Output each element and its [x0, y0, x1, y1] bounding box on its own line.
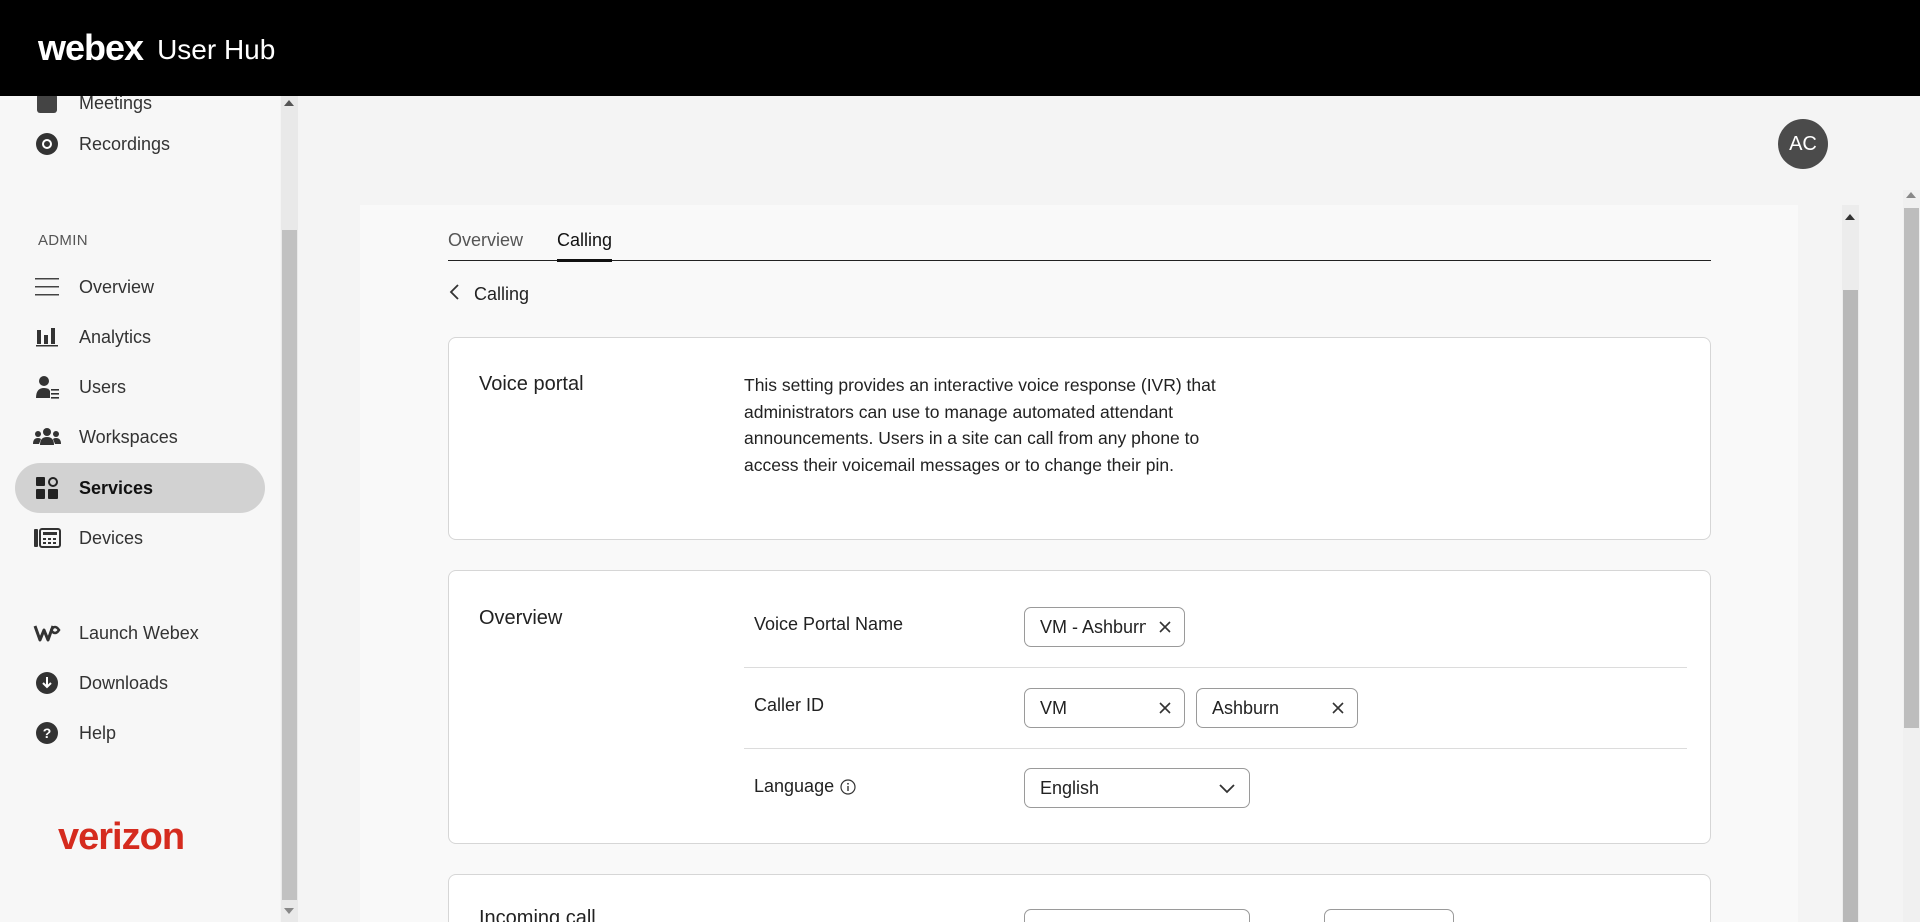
sidebar-item-launch-webex[interactable]: Launch Webex [15, 608, 265, 658]
chevron-left-icon [448, 282, 462, 307]
bar-chart-icon [33, 323, 61, 351]
sidebar-item-help[interactable]: ? Help [15, 708, 265, 758]
scroll-up-arrow-icon[interactable] [284, 100, 294, 106]
workspaces-icon [33, 423, 61, 451]
clear-icon[interactable] [1319, 701, 1357, 715]
sidebar-item-label: Users [79, 376, 127, 397]
language-label: Language [754, 776, 856, 797]
tab-calling[interactable]: Calling [557, 230, 613, 262]
overview-card: Overview Voice Portal Name VM - Ashburn … [448, 570, 1711, 844]
voice-portal-name-label: Voice Portal Name [754, 614, 904, 634]
sidebar-item-workspaces[interactable]: Workspaces [15, 412, 265, 462]
scroll-up-arrow-icon[interactable] [1906, 192, 1916, 198]
scroll-up-arrow-icon[interactable] [1845, 214, 1855, 220]
chevron-down-icon [1205, 782, 1249, 794]
sidebar: Meetings Recordings ADMIN Overview Analy… [0, 96, 280, 922]
language-label-text: Language [754, 776, 835, 796]
sidebar-item-overview[interactable]: Overview [15, 262, 265, 312]
verizon-logo: verizon [58, 816, 185, 858]
sidebar-item-label: Overview [79, 276, 155, 297]
caller-id-label: Caller ID [754, 695, 825, 715]
devices-icon [33, 524, 61, 552]
user-avatar[interactable]: AC [1778, 119, 1828, 169]
sidebar-item-label: Devices [79, 527, 144, 548]
window-scrollbar-thumb[interactable] [1904, 208, 1919, 728]
tab-overview[interactable]: Overview [448, 230, 523, 259]
users-icon [33, 373, 61, 401]
webex-brand-logo[interactable]: webex [38, 27, 144, 69]
incoming-call-field[interactable] [1024, 909, 1250, 922]
recordings-icon [33, 130, 61, 158]
field-value: VM [1040, 697, 1067, 718]
sidebar-item-devices[interactable]: Devices [15, 513, 265, 563]
divider [744, 748, 1687, 749]
content-scrollbar-thumb[interactable] [1843, 290, 1858, 922]
download-icon [33, 669, 61, 697]
sidebar-item-label: Analytics [79, 326, 152, 347]
admin-section-label: ADMIN [38, 232, 88, 249]
section-title: Overview [479, 607, 563, 629]
incoming-call-card: Incoming call [448, 874, 1711, 922]
back-link-label: Calling [474, 284, 530, 304]
sidebar-item-label: Help [79, 722, 117, 743]
webex-logo-icon [33, 619, 61, 647]
voice-portal-name-field[interactable]: VM - Ashburn [1024, 607, 1185, 647]
section-title: Incoming call [479, 907, 596, 922]
services-icon [33, 474, 61, 502]
sidebar-item-recordings[interactable]: Recordings [15, 119, 265, 169]
voice-portal-card: Voice portal This setting provides an in… [448, 337, 1711, 540]
caller-id-last-field[interactable]: Ashburn [1196, 688, 1358, 728]
language-select[interactable]: English [1024, 768, 1250, 808]
clear-icon[interactable] [1146, 620, 1184, 634]
sidebar-item-downloads[interactable]: Downloads [15, 658, 265, 708]
field-value: VM - Ashburn [1040, 616, 1146, 637]
menu-lines-icon [33, 273, 61, 301]
field-value: Ashburn [1212, 697, 1280, 718]
help-icon: ? [33, 719, 61, 747]
svg-text:?: ? [43, 725, 52, 741]
incoming-call-field-2[interactable] [1324, 909, 1454, 922]
sidebar-item-label: Recordings [79, 133, 171, 154]
top-bar: webex User Hub [0, 0, 1920, 96]
scroll-down-arrow-icon[interactable] [284, 908, 294, 914]
sidebar-item-analytics[interactable]: Analytics [15, 312, 265, 362]
divider [744, 667, 1687, 668]
section-description: This setting provides an interactive voi… [744, 375, 1216, 475]
sidebar-item-label: Downloads [79, 672, 169, 693]
info-icon[interactable] [840, 778, 856, 795]
sidebar-item-label: Workspaces [79, 426, 178, 447]
sidebar-item-label: Meetings [79, 96, 153, 113]
sidebar-item-label: Services [79, 477, 154, 498]
back-link[interactable]: Calling [448, 282, 529, 307]
section-title: Voice portal [479, 373, 584, 395]
sidebar-scrollbar-thumb[interactable] [282, 230, 297, 900]
sidebar-item-users[interactable]: Users [15, 362, 265, 412]
clear-icon[interactable] [1146, 701, 1184, 715]
sidebar-item-services[interactable]: Services [15, 463, 265, 513]
product-title: User Hub [157, 34, 276, 65]
calendar-icon [33, 96, 61, 117]
caller-id-first-field[interactable]: VM [1024, 688, 1185, 728]
select-value: English [1040, 777, 1100, 798]
tab-bar: Overview Calling [448, 226, 1711, 262]
sidebar-item-label: Launch Webex [79, 622, 199, 643]
